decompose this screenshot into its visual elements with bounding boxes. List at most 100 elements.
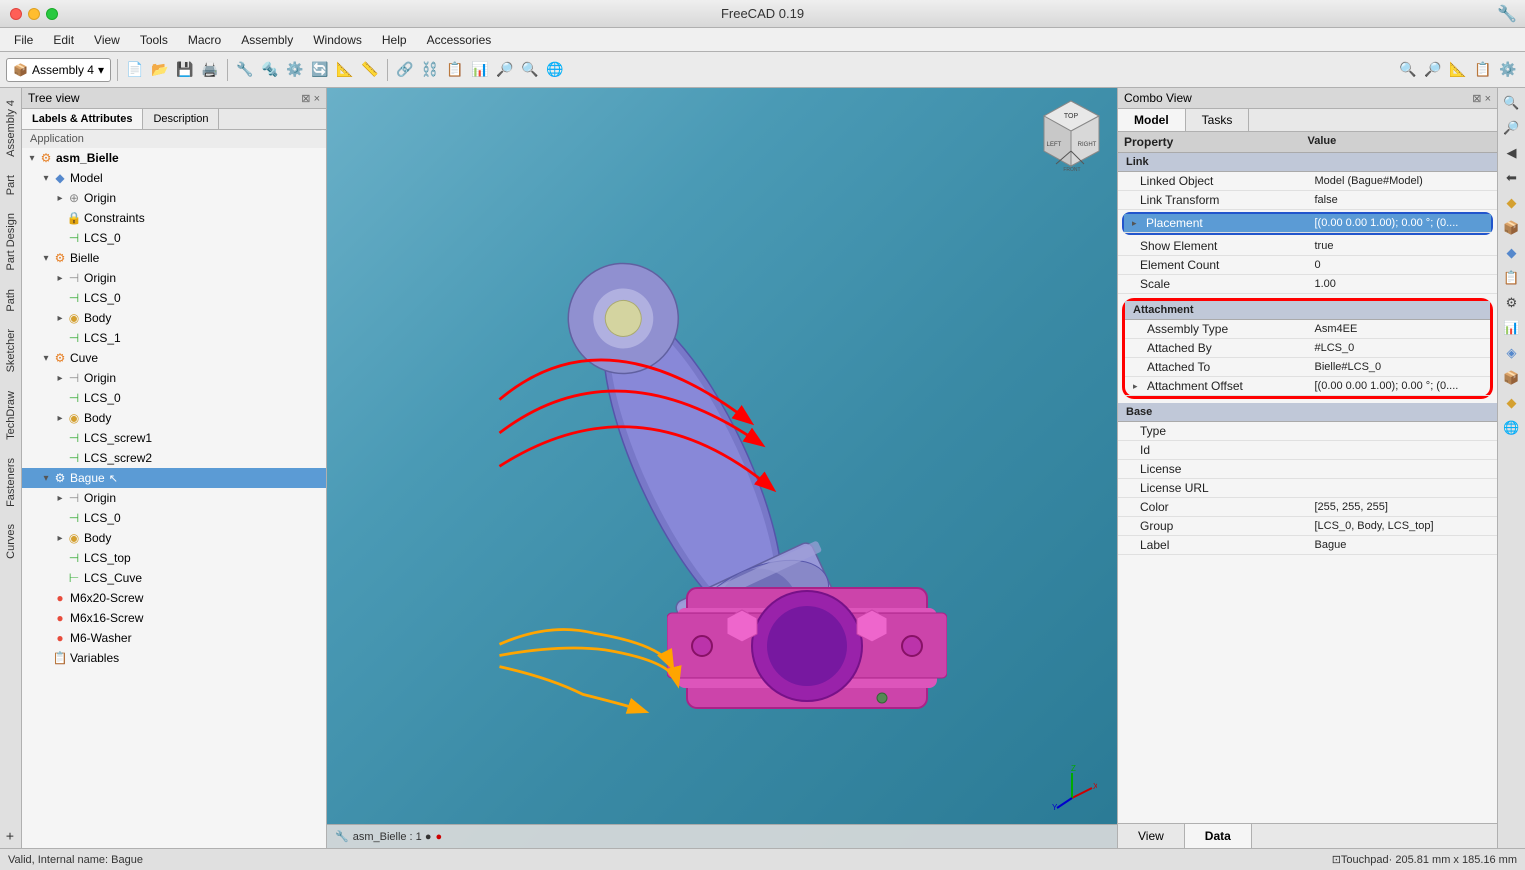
toolbar-save[interactable]: 💾 (174, 59, 196, 81)
tree-item-bielle-lcs0[interactable]: ⊣ LCS_0 (22, 288, 326, 308)
tree-item-bague-origin[interactable]: ▸ ⊣ Origin (22, 488, 326, 508)
prop-row-label[interactable]: Label Bague (1118, 536, 1497, 555)
menu-file[interactable]: File (6, 31, 41, 49)
right-icon-10[interactable]: 📊 (1501, 317, 1523, 339)
prop-row-assembly-type[interactable]: Assembly Type Asm4EE (1125, 320, 1490, 339)
toolbar-right-1[interactable]: 🔍 (1397, 59, 1419, 81)
toolbar-icon-10[interactable]: 📊 (469, 59, 491, 81)
toolbar-open[interactable]: 📂 (149, 59, 171, 81)
tree-item-origin[interactable]: ▸ ⊕ Origin (22, 188, 326, 208)
workbench-dropdown[interactable]: 📦 Assembly 4 ▾ (6, 58, 111, 82)
toolbar-icon-5[interactable]: 📐 (334, 59, 356, 81)
tree-item-bielle-origin[interactable]: ▸ ⊣ Origin (22, 268, 326, 288)
prop-row-show-element[interactable]: Show Element true (1118, 237, 1497, 256)
left-tab-fasteners[interactable]: Fasteners (3, 450, 19, 515)
toolbar-icon-2[interactable]: 🔩 (259, 59, 281, 81)
tree-item-model[interactable]: ▾ ◆ Model (22, 168, 326, 188)
toolbar-icon-13[interactable]: 🌐 (544, 59, 566, 81)
tree-item-cuve-origin[interactable]: ▸ ⊣ Origin (22, 368, 326, 388)
prop-row-attachment-offset[interactable]: ▸ Attachment Offset [(0.00 0.00 1.00); 0… (1125, 377, 1490, 396)
left-tab-part[interactable]: Part (3, 167, 19, 203)
left-tab-curves[interactable]: Curves (3, 516, 19, 567)
viewport[interactable]: TOP LEFT RIGHT FRONT X Z Y 🔧 asm_Bielle … (327, 88, 1117, 848)
tree-item-cuve-lcsscrew2[interactable]: ⊣ LCS_screw2 (22, 448, 326, 468)
menu-accessories[interactable]: Accessories (419, 31, 500, 49)
tree-item-bague[interactable]: ▾ ⚙ Bague ↖ (22, 468, 326, 488)
prop-row-type[interactable]: Type (1118, 422, 1497, 441)
prop-row-scale[interactable]: Scale 1.00 (1118, 275, 1497, 294)
right-icon-14[interactable]: 🌐 (1501, 417, 1523, 439)
prop-group-attachment[interactable]: Attachment (1125, 301, 1490, 320)
right-icon-6[interactable]: 📦 (1501, 217, 1523, 239)
menu-assembly[interactable]: Assembly (233, 31, 301, 49)
toolbar-icon-12[interactable]: 🔍 (519, 59, 541, 81)
prop-row-linked-object[interactable]: Linked Object Model (Bague#Model) (1118, 172, 1497, 191)
toolbar-new[interactable]: 📄 (124, 59, 146, 81)
prop-row-attached-by[interactable]: Attached By #LCS_0 (1125, 339, 1490, 358)
toolbar-right-5[interactable]: ⚙️ (1497, 59, 1519, 81)
tree-item-screw2[interactable]: ● M6x16-Screw (22, 608, 326, 628)
prop-group-base[interactable]: Base (1118, 403, 1497, 422)
tree-item-asm-bielle[interactable]: ▾ ⚙ asm_Bielle (22, 148, 326, 168)
minimize-button[interactable] (28, 8, 40, 20)
tree-item-bielle[interactable]: ▾ ⚙ Bielle (22, 248, 326, 268)
toolbar-icon-4[interactable]: 🔄 (309, 59, 331, 81)
tree-item-bague-body[interactable]: ▸ ◉ Body (22, 528, 326, 548)
right-icon-4[interactable]: ⬅ (1501, 167, 1523, 189)
prop-row-group[interactable]: Group [LCS_0, Body, LCS_top] (1118, 517, 1497, 536)
toolbar-print[interactable]: 🖨️ (199, 59, 221, 81)
toolbar-right-2[interactable]: 🔎 (1422, 59, 1444, 81)
combo-tab-tasks[interactable]: Tasks (1186, 109, 1250, 131)
menu-help[interactable]: Help (374, 31, 415, 49)
right-icon-13[interactable]: ◆ (1501, 392, 1523, 414)
tree-tab-description[interactable]: Description (143, 109, 219, 129)
left-tab-path[interactable]: Path (3, 281, 19, 320)
right-icon-7[interactable]: ◆ (1501, 242, 1523, 264)
tree-item-cuve-lcs0[interactable]: ⊣ LCS_0 (22, 388, 326, 408)
right-icon-12[interactable]: 📦 (1501, 367, 1523, 389)
right-icon-8[interactable]: 📋 (1501, 267, 1523, 289)
toolbar-icon-11[interactable]: 🔎 (494, 59, 516, 81)
maximize-button[interactable] (46, 8, 58, 20)
prop-row-color[interactable]: Color [255, 255, 255] (1118, 498, 1497, 517)
right-icon-1[interactable]: 🔍 (1501, 92, 1523, 114)
left-tab-techdraw[interactable]: TechDraw (3, 383, 19, 448)
menu-windows[interactable]: Windows (305, 31, 370, 49)
traffic-lights[interactable] (10, 8, 58, 20)
tree-item-variables[interactable]: 📋 Variables (22, 648, 326, 668)
tree-item-cuve[interactable]: ▾ ⚙ Cuve (22, 348, 326, 368)
prop-row-link-transform[interactable]: Link Transform false (1118, 191, 1497, 210)
close-button[interactable] (10, 8, 22, 20)
right-icon-2[interactable]: 🔎 (1501, 117, 1523, 139)
prop-row-license[interactable]: License (1118, 460, 1497, 479)
left-tab-assembly4[interactable]: Assembly 4 (3, 92, 19, 165)
combo-bottom-tab-data[interactable]: Data (1185, 824, 1252, 848)
nav-cube[interactable]: TOP LEFT RIGHT FRONT (1034, 96, 1109, 171)
combo-bottom-tab-view[interactable]: View (1118, 824, 1185, 848)
tree-item-bague-lcs0[interactable]: ⊣ LCS_0 (22, 508, 326, 528)
toolbar-right-4[interactable]: 📋 (1472, 59, 1494, 81)
menu-view[interactable]: View (86, 31, 128, 49)
prop-row-id[interactable]: Id (1118, 441, 1497, 460)
left-tab-add[interactable]: + (1, 824, 21, 848)
left-tab-partdesign[interactable]: Part Design (3, 205, 19, 278)
tree-item-bielle-lcs1[interactable]: ⊣ LCS_1 (22, 328, 326, 348)
menu-tools[interactable]: Tools (132, 31, 176, 49)
right-icon-3[interactable]: ◀ (1501, 142, 1523, 164)
toolbar-icon-6[interactable]: 📏 (359, 59, 381, 81)
prop-row-placement[interactable]: ▸ Placement [(0.00 0.00 1.00); 0.00 °; (… (1124, 214, 1491, 233)
right-icon-9[interactable]: ⚙ (1501, 292, 1523, 314)
tree-item-bielle-body[interactable]: ▸ ◉ Body (22, 308, 326, 328)
tree-item-washer[interactable]: ● M6-Washer (22, 628, 326, 648)
right-icon-11[interactable]: ◈ (1501, 342, 1523, 364)
tree-item-cuve-lcsscrew1[interactable]: ⊣ LCS_screw1 (22, 428, 326, 448)
toolbar-icon-8[interactable]: ⛓️ (419, 59, 441, 81)
prop-row-license-url[interactable]: License URL (1118, 479, 1497, 498)
tree-item-lcs0-model[interactable]: ⊣ LCS_0 (22, 228, 326, 248)
menu-edit[interactable]: Edit (45, 31, 82, 49)
menu-macro[interactable]: Macro (180, 31, 229, 49)
toolbar-icon-3[interactable]: ⚙️ (284, 59, 306, 81)
toolbar-icon-7[interactable]: 🔗 (394, 59, 416, 81)
tree-tab-labels[interactable]: Labels & Attributes (22, 109, 143, 129)
toolbar-right-3[interactable]: 📐 (1447, 59, 1469, 81)
